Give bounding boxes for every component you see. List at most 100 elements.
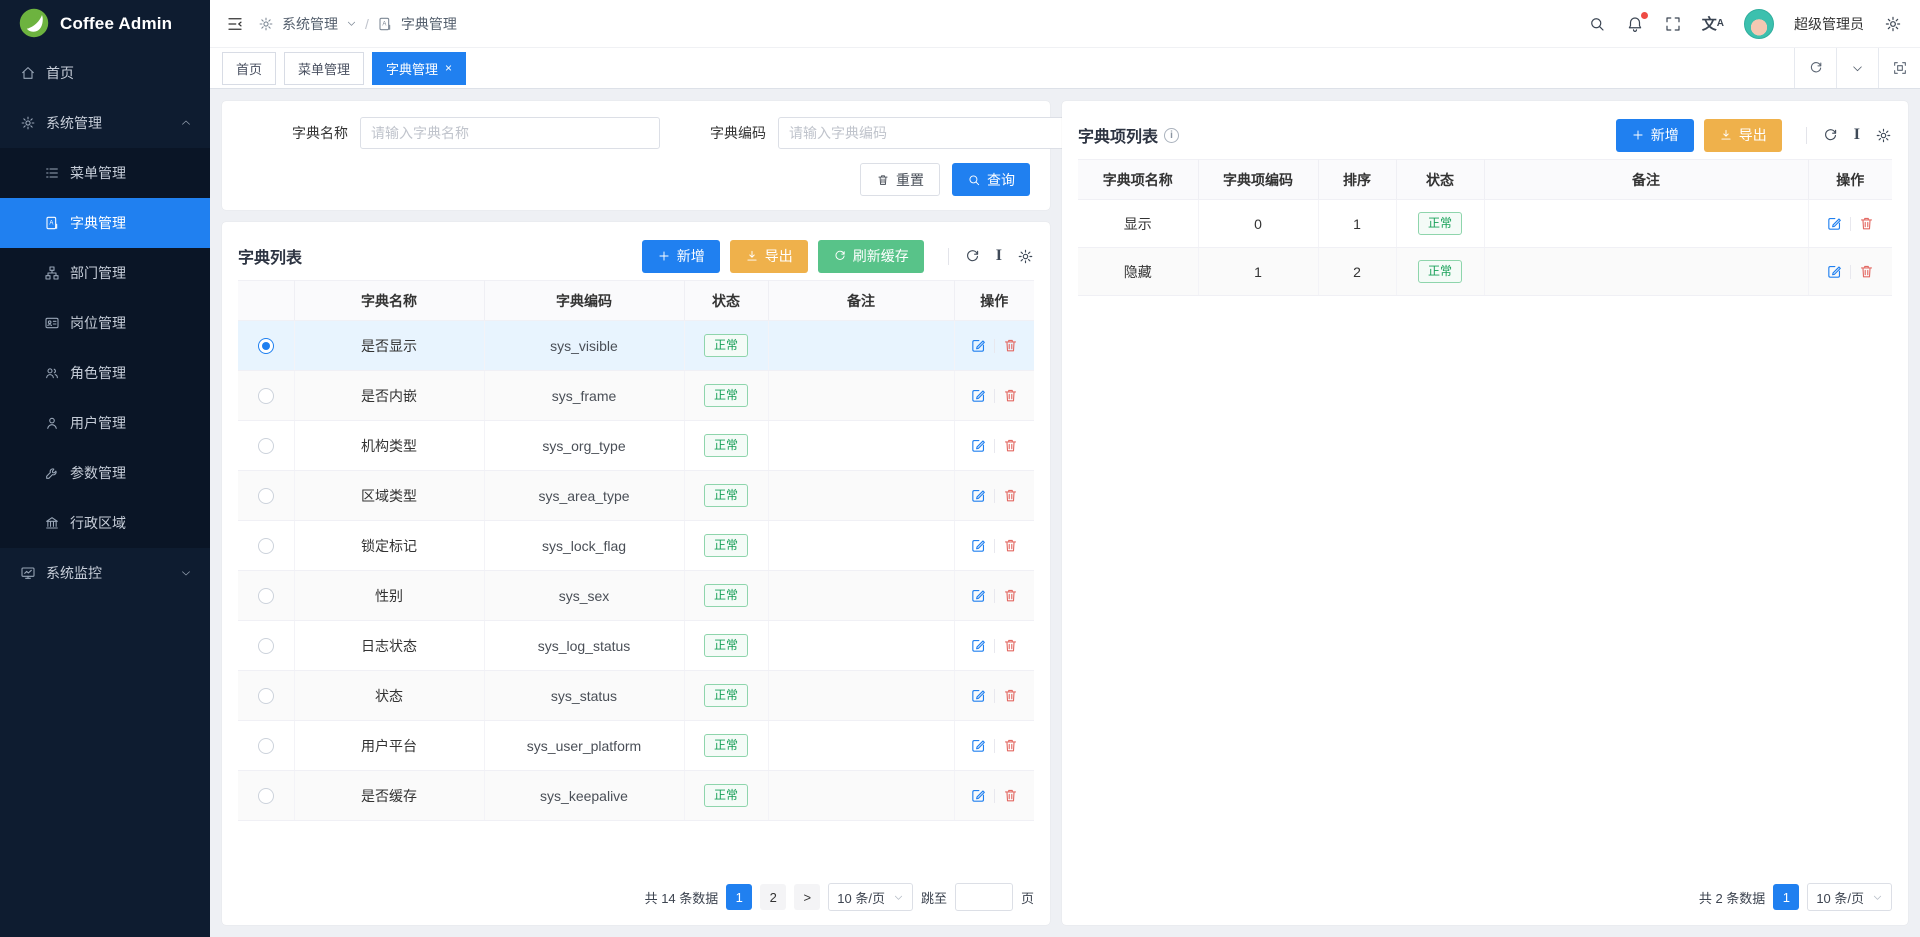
- tab-首页[interactable]: 首页: [222, 52, 276, 85]
- sidebar-item-参数管理[interactable]: 参数管理: [0, 448, 210, 498]
- next-page-button[interactable]: >: [794, 884, 820, 910]
- table-row[interactable]: 用户平台sys_user_platform正常: [238, 721, 1034, 771]
- edit-icon[interactable]: [1826, 215, 1843, 232]
- refresh-cache-button[interactable]: 刷新缓存: [818, 240, 924, 273]
- breadcrumb-parent[interactable]: 系统管理: [282, 14, 338, 34]
- notification-bell-icon[interactable]: [1626, 15, 1644, 33]
- table-row[interactable]: 是否内嵌sys_frame正常: [238, 371, 1034, 421]
- delete-icon[interactable]: [1002, 687, 1019, 704]
- edit-icon[interactable]: [970, 337, 987, 354]
- sidebar-item-系统管理[interactable]: 系统管理: [0, 98, 210, 148]
- refresh-table-icon[interactable]: [964, 248, 981, 265]
- row-radio[interactable]: [258, 438, 274, 454]
- edit-icon[interactable]: [1826, 263, 1843, 280]
- export-dict-button[interactable]: 导出: [730, 240, 808, 273]
- tab-菜单管理[interactable]: 菜单管理: [284, 52, 364, 85]
- table-row[interactable]: 显示01正常: [1078, 200, 1892, 248]
- delete-icon[interactable]: [1002, 737, 1019, 754]
- dict-name-input[interactable]: [360, 117, 660, 149]
- dict-code-label: 字典编码: [660, 123, 778, 143]
- row-radio[interactable]: [258, 788, 274, 804]
- delete-icon[interactable]: [1002, 587, 1019, 604]
- username[interactable]: 超级管理员: [1794, 14, 1864, 34]
- table-row[interactable]: 是否缓存sys_keepalive正常: [238, 771, 1034, 821]
- row-radio[interactable]: [258, 688, 274, 704]
- sidebar-item-行政区域[interactable]: 行政区域: [0, 498, 210, 548]
- row-radio[interactable]: [258, 338, 274, 354]
- sidebar-item-系统监控[interactable]: 系统监控: [0, 548, 210, 598]
- delete-icon[interactable]: [1858, 215, 1875, 232]
- table-row[interactable]: 日志状态sys_log_status正常: [238, 621, 1034, 671]
- refresh-tab-icon[interactable]: [1794, 48, 1836, 88]
- table-row[interactable]: 隐藏12正常: [1078, 248, 1892, 296]
- reset-button[interactable]: 重置: [860, 163, 940, 196]
- table-row[interactable]: 锁定标记sys_lock_flag正常: [238, 521, 1034, 571]
- edit-icon[interactable]: [970, 487, 987, 504]
- column-settings-gear-icon[interactable]: [1875, 127, 1892, 144]
- sidebar-item-首页[interactable]: 首页: [0, 48, 210, 98]
- page-size-select[interactable]: 10 条/页: [828, 883, 913, 911]
- page-button-1[interactable]: 1: [1773, 884, 1799, 910]
- row-radio[interactable]: [258, 538, 274, 554]
- table-row[interactable]: 机构类型sys_org_type正常: [238, 421, 1034, 471]
- page-button-2[interactable]: 2: [760, 884, 786, 910]
- edit-icon[interactable]: [970, 537, 987, 554]
- sidebar-item-岗位管理[interactable]: 岗位管理: [0, 298, 210, 348]
- delete-icon[interactable]: [1002, 437, 1019, 454]
- edit-icon[interactable]: [970, 637, 987, 654]
- add-dict-button[interactable]: 新增: [642, 240, 720, 273]
- table-row[interactable]: 状态sys_status正常: [238, 671, 1034, 721]
- sidebar-item-角色管理[interactable]: 角色管理: [0, 348, 210, 398]
- translate-icon[interactable]: 文A: [1702, 13, 1724, 34]
- edit-icon[interactable]: [970, 387, 987, 404]
- collapse-sidebar-icon[interactable]: [226, 15, 244, 33]
- tab-字典管理[interactable]: 字典管理×: [372, 52, 466, 85]
- tab-options-chevron-icon[interactable]: [1836, 48, 1878, 88]
- search-icon[interactable]: [1588, 15, 1606, 33]
- column-header: 排序: [1318, 160, 1396, 200]
- row-radio[interactable]: [258, 488, 274, 504]
- refresh-table-icon[interactable]: [1822, 127, 1839, 144]
- row-radio[interactable]: [258, 388, 274, 404]
- fullscreen-icon[interactable]: [1664, 15, 1682, 33]
- delete-icon[interactable]: [1002, 537, 1019, 554]
- delete-icon[interactable]: [1002, 787, 1019, 804]
- row-radio[interactable]: [258, 738, 274, 754]
- page-button-1[interactable]: 1: [726, 884, 752, 910]
- page-size-select[interactable]: 10 条/页: [1807, 883, 1892, 911]
- delete-icon[interactable]: [1002, 637, 1019, 654]
- avatar[interactable]: [1744, 9, 1774, 39]
- edit-icon[interactable]: [970, 687, 987, 704]
- query-button[interactable]: 查询: [952, 163, 1030, 196]
- edit-icon[interactable]: [970, 437, 987, 454]
- jump-page-input[interactable]: [955, 883, 1013, 911]
- row-radio[interactable]: [258, 638, 274, 654]
- sidebar-item-用户管理[interactable]: 用户管理: [0, 398, 210, 448]
- export-item-button[interactable]: 导出: [1704, 119, 1782, 152]
- row-radio[interactable]: [258, 588, 274, 604]
- radio-cell: [238, 471, 294, 521]
- close-icon[interactable]: ×: [445, 62, 452, 74]
- sidebar-item-字典管理[interactable]: A字典管理: [0, 198, 210, 248]
- edit-icon[interactable]: [970, 587, 987, 604]
- status-badge: 正常: [1418, 212, 1462, 235]
- delete-icon[interactable]: [1002, 487, 1019, 504]
- delete-icon[interactable]: [1858, 263, 1875, 280]
- delete-icon[interactable]: [1002, 387, 1019, 404]
- sidebar-item-菜单管理[interactable]: 菜单管理: [0, 148, 210, 198]
- delete-icon[interactable]: [1002, 337, 1019, 354]
- dict-item-title: 字典项列表 i: [1078, 123, 1179, 147]
- settings-gear-icon[interactable]: [1884, 15, 1902, 33]
- edit-icon[interactable]: [970, 737, 987, 754]
- row-density-icon[interactable]: I: [1854, 127, 1860, 143]
- column-settings-gear-icon[interactable]: [1017, 248, 1034, 265]
- table-row[interactable]: 性别sys_sex正常: [238, 571, 1034, 621]
- table-row[interactable]: 区域类型sys_area_type正常: [238, 471, 1034, 521]
- table-row[interactable]: 是否显示sys_visible正常: [238, 321, 1034, 371]
- dict-code-input[interactable]: [778, 117, 1078, 149]
- add-item-button[interactable]: 新增: [1616, 119, 1694, 152]
- sidebar-item-部门管理[interactable]: 部门管理: [0, 248, 210, 298]
- edit-icon[interactable]: [970, 787, 987, 804]
- maximize-content-icon[interactable]: [1878, 48, 1920, 88]
- row-density-icon[interactable]: I: [996, 248, 1002, 264]
